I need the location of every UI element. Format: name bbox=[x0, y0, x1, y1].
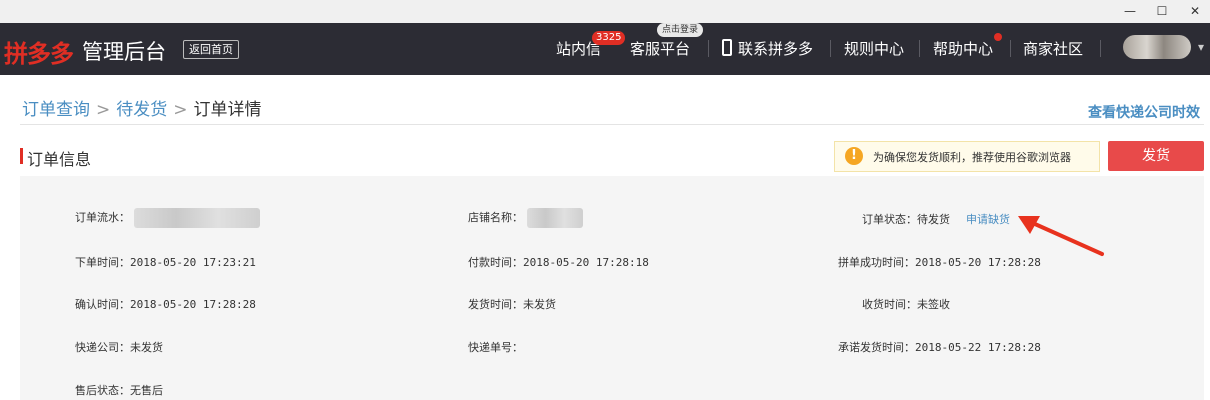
ship-button[interactable]: 发货 bbox=[1108, 141, 1204, 171]
confirm-time-label: 确认时间： bbox=[75, 298, 130, 311]
confirm-time-value: 2018-05-20 17:28:28 bbox=[130, 298, 256, 311]
shop-name-value-redacted bbox=[526, 208, 583, 228]
nav-divider bbox=[1010, 40, 1011, 57]
order-status-value: 待发货 bbox=[917, 213, 950, 226]
order-status-label: 订单状态： bbox=[862, 213, 917, 226]
express-company-value: 未发货 bbox=[130, 341, 163, 354]
close-icon[interactable]: ✕ bbox=[1185, 2, 1205, 20]
nav-divider bbox=[830, 40, 831, 57]
nav-service[interactable]: 客服平台 bbox=[630, 38, 690, 59]
confirm-time-field: 确认时间：2018-05-20 17:28:28 bbox=[75, 296, 256, 312]
breadcrumb-current: 订单详情 bbox=[193, 100, 262, 120]
messages-badge: 3325 bbox=[592, 31, 626, 45]
ship-time-value: 未发货 bbox=[523, 298, 556, 311]
nav-rules[interactable]: 规则中心 bbox=[844, 38, 904, 59]
breadcrumb: 订单查询 > 待发货 > 订单详情 bbox=[22, 95, 262, 120]
apply-out-of-stock-link[interactable]: 申请缺货 bbox=[966, 213, 1010, 226]
shop-name-label: 店铺名称： bbox=[468, 211, 523, 224]
section-marker bbox=[20, 148, 23, 164]
window-titlebar: — ☐ ✕ bbox=[0, 0, 1210, 23]
order-time-field: 下单时间：2018-05-20 17:23:21 bbox=[75, 254, 256, 270]
annotation-arrow-icon bbox=[1018, 216, 1104, 256]
tracking-number-field: 快递单号： bbox=[468, 339, 523, 355]
promise-time-field: 承诺发货时间：2018-05-22 17:28:28 bbox=[838, 339, 1041, 355]
login-bubble[interactable]: 点击登录 bbox=[657, 23, 704, 37]
breadcrumb-order-query[interactable]: 订单查询 bbox=[22, 100, 90, 120]
phone-icon bbox=[722, 39, 732, 56]
section-title: 订单信息 bbox=[27, 150, 92, 169]
nav-community[interactable]: 商家社区 bbox=[1023, 38, 1083, 59]
nav-divider bbox=[919, 40, 920, 57]
nav-help[interactable]: 帮助中心 bbox=[933, 38, 993, 59]
browser-notice: ! 为确保您发货顺利，推荐使用谷歌浏览器 bbox=[834, 141, 1100, 172]
avatar[interactable] bbox=[1123, 35, 1191, 59]
nav-divider bbox=[1100, 40, 1101, 57]
order-serial-field: 订单流水： bbox=[75, 208, 260, 228]
group-time-field: 拼单成功时间：2018-05-20 17:28:28 bbox=[838, 254, 1041, 270]
tracking-number-label: 快递单号： bbox=[468, 341, 523, 354]
back-home-button[interactable]: 返回首页 bbox=[183, 40, 239, 59]
after-sale-value: 无售后 bbox=[130, 384, 163, 397]
breadcrumb-separator: > bbox=[173, 100, 188, 120]
order-status-field: 订单状态：待发货 申请缺货 bbox=[862, 211, 1010, 227]
nav-divider bbox=[708, 40, 709, 57]
receive-time-field: 收货时间：未签收 bbox=[862, 296, 950, 312]
order-serial-value-redacted bbox=[133, 208, 260, 228]
pay-time-label: 付款时间： bbox=[468, 256, 523, 269]
pay-time-field: 付款时间：2018-05-20 17:28:18 bbox=[468, 254, 649, 270]
promise-time-label: 承诺发货时间： bbox=[838, 341, 915, 354]
promise-time-value: 2018-05-22 17:28:28 bbox=[915, 341, 1041, 354]
maximize-icon[interactable]: ☐ bbox=[1152, 2, 1172, 20]
breadcrumb-pending-shipment[interactable]: 待发货 bbox=[116, 100, 167, 120]
breadcrumb-separator: > bbox=[96, 100, 111, 120]
chevron-down-icon[interactable]: ▾ bbox=[1198, 40, 1204, 54]
warning-icon: ! bbox=[845, 147, 863, 165]
receive-time-label: 收货时间： bbox=[862, 298, 917, 311]
after-sale-label: 售后状态： bbox=[75, 384, 130, 397]
receive-time-value: 未签收 bbox=[917, 298, 950, 311]
top-navigation: 拼多多 管理后台 返回首页 站内信 3325 客服平台 点击登录 联系拼多多 规… bbox=[0, 23, 1210, 75]
divider bbox=[20, 124, 1204, 125]
notice-text: 为确保您发货顺利，推荐使用谷歌浏览器 bbox=[873, 151, 1071, 164]
order-serial-label: 订单流水： bbox=[75, 211, 130, 224]
minimize-icon[interactable]: — bbox=[1120, 2, 1140, 20]
express-timeliness-link[interactable]: 查看快递公司时效 bbox=[1088, 102, 1200, 122]
group-time-label: 拼单成功时间： bbox=[838, 256, 915, 269]
admin-title: 管理后台 bbox=[82, 40, 166, 64]
pay-time-value: 2018-05-20 17:28:18 bbox=[523, 256, 649, 269]
after-sale-field: 售后状态：无售后 bbox=[75, 382, 163, 398]
express-company-label: 快递公司： bbox=[75, 341, 130, 354]
order-time-label: 下单时间： bbox=[75, 256, 130, 269]
logo[interactable]: 拼多多 bbox=[4, 34, 74, 69]
nav-contact[interactable]: 联系拼多多 bbox=[738, 38, 813, 59]
ship-time-label: 发货时间： bbox=[468, 298, 523, 311]
order-time-value: 2018-05-20 17:23:21 bbox=[130, 256, 256, 269]
express-company-field: 快递公司：未发货 bbox=[75, 339, 163, 355]
ship-time-field: 发货时间：未发货 bbox=[468, 296, 556, 312]
help-notification-dot bbox=[994, 33, 1002, 41]
shop-name-field: 店铺名称： bbox=[468, 208, 583, 228]
